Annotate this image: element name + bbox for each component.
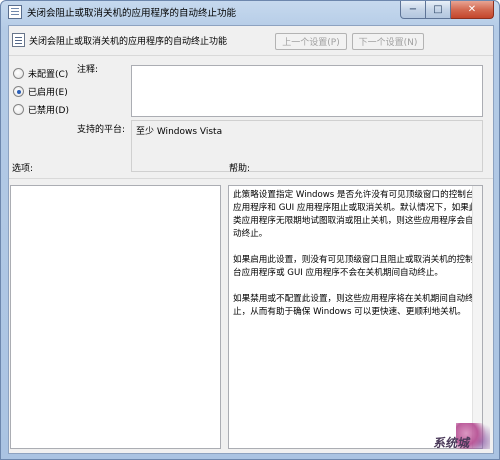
radio-button[interactable] bbox=[13, 104, 24, 115]
close-icon: ✕ bbox=[467, 4, 477, 15]
help-paragraph: 如果禁用或不配置此设置，则这些应用程序将在关机期间自动终止，从而有助于确保 Wi… bbox=[233, 294, 474, 317]
watermark-text: 系统城 bbox=[432, 436, 472, 450]
comment-textarea[interactable] bbox=[131, 65, 483, 117]
maximize-button[interactable]: □ bbox=[426, 1, 451, 19]
help-paragraph: 如果启用此设置，则没有可见顶级窗口且阻止或取消关机的控制台应用程序或 GUI 应… bbox=[233, 255, 474, 278]
supported-platform-value: 至少 Windows Vista bbox=[136, 127, 223, 137]
setting-title: 关闭会阻止或取消关机的应用程序的自动终止功能 bbox=[29, 37, 228, 47]
divider bbox=[9, 178, 493, 179]
radio-disabled[interactable]: 已禁用(D) bbox=[13, 103, 69, 116]
radio-label: 已启用(E) bbox=[28, 88, 68, 98]
radio-label: 未配置(C) bbox=[28, 70, 69, 80]
help-scrollbar[interactable] bbox=[472, 186, 482, 448]
help-paragraph: 此策略设置指定 Windows 是否允许没有可见顶级窗口的控制台应用程序和 GU… bbox=[233, 190, 478, 239]
options-panel[interactable] bbox=[10, 185, 221, 449]
comment-label: 注释: bbox=[77, 65, 99, 75]
radio-button-checked[interactable] bbox=[13, 86, 24, 97]
next-setting-button[interactable]: 下一个设置(N) bbox=[352, 33, 424, 50]
caption-buttons: − □ ✕ bbox=[400, 1, 494, 19]
previous-setting-button[interactable]: 上一个设置(P) bbox=[275, 33, 347, 50]
radio-button[interactable] bbox=[13, 68, 24, 79]
radio-not-configured[interactable]: 未配置(C) bbox=[13, 67, 68, 80]
policy-window: 关闭会阻止或取消关机的应用程序的自动终止功能 − □ ✕ 关闭会阻止或取消关机的… bbox=[0, 0, 500, 460]
minimize-icon: − bbox=[408, 4, 418, 15]
help-panel[interactable]: 此策略设置指定 Windows 是否允许没有可见顶级窗口的控制台应用程序和 GU… bbox=[228, 185, 483, 449]
watermark-logo: 系统城 bbox=[430, 419, 490, 453]
radio-enabled[interactable]: 已启用(E) bbox=[13, 85, 68, 98]
window-title: 关闭会阻止或取消关机的应用程序的自动终止功能 bbox=[27, 8, 237, 19]
radio-label: 已禁用(D) bbox=[28, 106, 69, 116]
maximize-icon: □ bbox=[433, 4, 443, 15]
help-label: 帮助: bbox=[229, 164, 251, 174]
title-bar[interactable]: 关闭会阻止或取消关机的应用程序的自动终止功能 − □ ✕ bbox=[1, 1, 499, 23]
options-label: 选项: bbox=[12, 164, 34, 174]
setting-document-icon bbox=[12, 33, 25, 47]
close-button[interactable]: ✕ bbox=[451, 1, 494, 19]
setting-header: 关闭会阻止或取消关机的应用程序的自动终止功能 上一个设置(P) 下一个设置(N) bbox=[9, 26, 493, 56]
minimize-button[interactable]: − bbox=[400, 1, 426, 19]
dialog-client-area: 关闭会阻止或取消关机的应用程序的自动终止功能 上一个设置(P) 下一个设置(N)… bbox=[8, 25, 494, 454]
supported-platform-field: 至少 Windows Vista bbox=[131, 120, 483, 172]
supported-platform-label: 支持的平台: bbox=[77, 125, 126, 135]
policy-setting-icon bbox=[8, 5, 22, 19]
